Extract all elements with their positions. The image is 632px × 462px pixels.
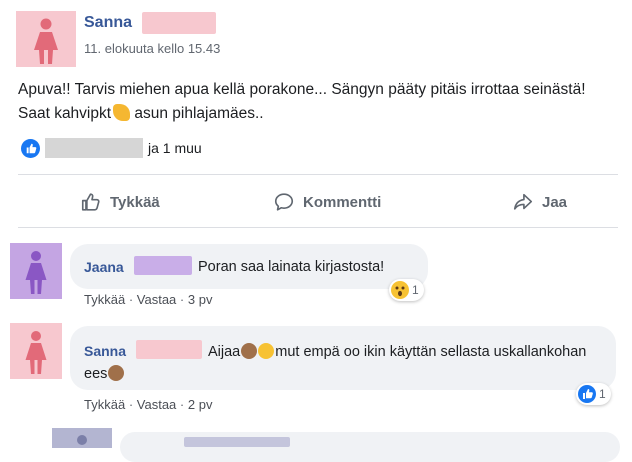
redacted-surname: [134, 256, 192, 275]
post-body: Apuva!! Tarvis miehen apua kellä porakon…: [18, 78, 618, 126]
like-reaction-icon[interactable]: [21, 139, 40, 158]
reaction-count: 1: [412, 283, 419, 297]
comment-button-label: Kommentti: [303, 193, 382, 211]
comment-author-name[interactable]: Jaana: [84, 259, 124, 275]
like-button-label: Tykkää: [110, 193, 160, 211]
person-female-icon: [25, 331, 47, 374]
redacted-surname: [142, 12, 216, 34]
comment-author-avatar[interactable]: [10, 243, 62, 299]
comment-meta: Tykkää · Vastaa · 3 pv: [84, 292, 212, 307]
like-icon: [578, 385, 596, 403]
post-text-part1: Apuva!! Tarvis miehen apua kellä porakon…: [18, 81, 586, 122]
see-no-evil-monkey-emoji-icon: [108, 365, 125, 381]
see-no-evil-monkey-emoji-icon: [241, 343, 258, 359]
comment-text-part2: mut empä oo ikin käyttän sellasta uskall…: [84, 344, 587, 382]
comment-icon: [274, 193, 294, 211]
reactions-count-text[interactable]: ja 1 muu: [148, 140, 202, 156]
divider: [18, 227, 618, 228]
comment-meta: Tykkää · Vastaa · 2 pv: [84, 397, 212, 412]
comment-age[interactable]: 2 pv: [188, 397, 213, 412]
separator-dot: ·: [179, 397, 185, 412]
comment-text-part1: Aijaa: [208, 344, 241, 360]
separator-dot: ·: [179, 292, 185, 307]
like-button[interactable]: Tykkää: [80, 189, 160, 215]
clapping-hands-emoji-icon: [113, 104, 131, 121]
post-author-avatar[interactable]: [16, 11, 76, 67]
share-button[interactable]: Jaa: [512, 189, 567, 215]
comment-like-link[interactable]: Tykkää: [84, 292, 125, 307]
thumb-up-icon: [81, 193, 100, 211]
wow-icon: [391, 281, 409, 299]
comment-like-link[interactable]: Tykkää: [84, 397, 125, 412]
redacted-name: [184, 437, 290, 447]
comment-text: Aijaa mut empä oo ikin käyttän sellasta u…: [84, 341, 604, 385]
redacted-reactor-name: [45, 138, 143, 158]
reply-author-avatar[interactable]: [52, 428, 112, 448]
separator-dot: ·: [128, 292, 134, 307]
divider: [18, 174, 618, 175]
comment-text: Poran saa lainata kirjastosta!: [198, 259, 385, 275]
separator-dot: ·: [128, 397, 134, 412]
person-icon: [77, 435, 87, 445]
comment-reply-link[interactable]: Vastaa: [137, 292, 177, 307]
laughing-tears-emoji-icon: [258, 343, 275, 359]
post-timestamp[interactable]: 11. elokuuta kello 15.43: [84, 41, 220, 56]
person-female-icon: [25, 251, 47, 294]
person-female-icon: [34, 18, 58, 64]
post-author-name[interactable]: Sanna: [84, 14, 132, 32]
comment-reaction-badge[interactable]: 1: [389, 279, 424, 301]
comment-reply-link[interactable]: Vastaa: [137, 397, 177, 412]
share-icon: [513, 193, 533, 210]
comment-button[interactable]: Kommentti: [273, 189, 381, 215]
comment-author-avatar[interactable]: [10, 323, 62, 379]
comment-age[interactable]: 3 pv: [188, 292, 213, 307]
reaction-count: 1: [599, 387, 606, 401]
post-text-part2: asun pihlajamäes..: [130, 105, 264, 122]
comment-reaction-badge[interactable]: 1: [576, 383, 611, 405]
share-button-label: Jaa: [542, 193, 568, 211]
